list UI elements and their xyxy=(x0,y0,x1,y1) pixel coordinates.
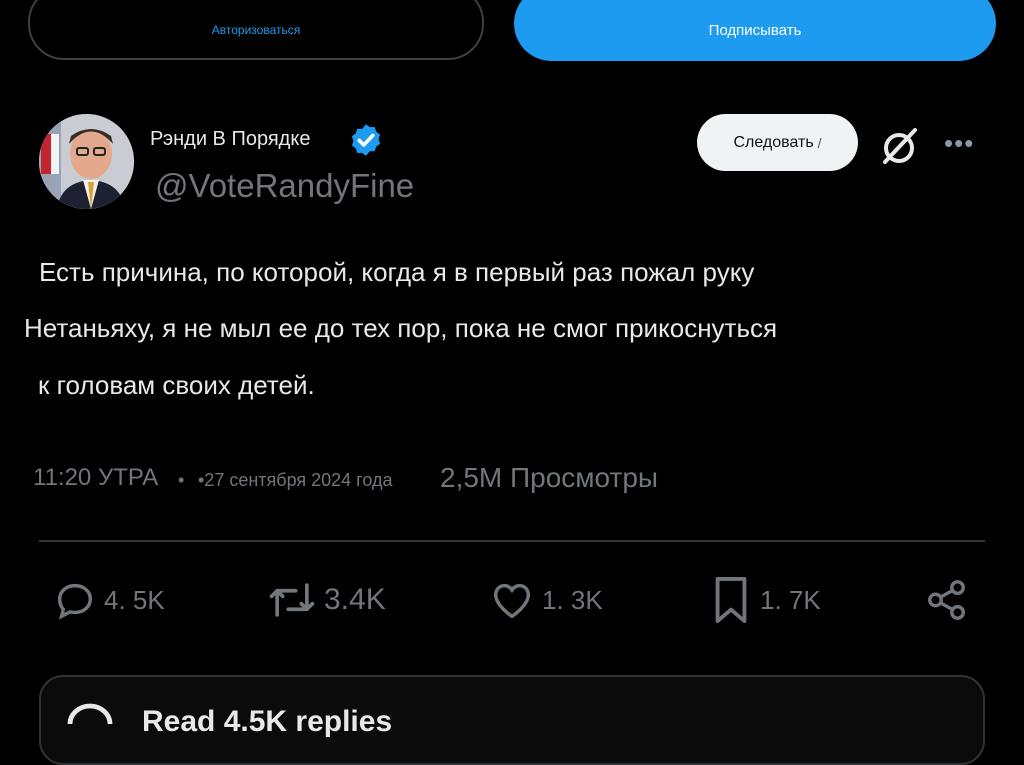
tweet-text-line-3: к головам своих детей. xyxy=(38,370,315,400)
signup-button[interactable]: Подписывать xyxy=(514,0,996,61)
bookmark-button[interactable]: 1. 7K xyxy=(708,575,821,625)
bookmark-icon xyxy=(715,577,747,623)
author-handle[interactable]: @VoteRandyFine xyxy=(155,167,414,205)
share-button[interactable] xyxy=(924,575,970,625)
grok-icon[interactable] xyxy=(877,124,921,168)
signup-button-label: Подписывать xyxy=(708,22,802,39)
author-name[interactable]: Рэнди В Порядке xyxy=(150,128,310,151)
tweet-text-line-2: Нетаньяху, я не мыл ее до тех пор, пока … xyxy=(24,313,778,343)
reply-icon xyxy=(57,583,93,620)
follow-button-label: Следовать xyxy=(733,133,814,151)
tweet-time[interactable]: 11:20 УТРА xyxy=(33,464,158,492)
retweet-button[interactable]: 3.4K xyxy=(266,575,386,625)
divider xyxy=(39,540,985,542)
bookmark-count: 1. 7K xyxy=(760,584,821,615)
retweet-count: 3.4K xyxy=(324,583,386,616)
more-icon[interactable]: ••• xyxy=(944,128,974,159)
reply-button[interactable]: 4. 5K xyxy=(52,575,165,625)
follow-button[interactable]: Следовать / xyxy=(697,114,858,171)
chat-bubble-icon xyxy=(64,700,116,745)
tweet-date[interactable]: •27 сентября 2024 года xyxy=(198,470,392,491)
avatar[interactable] xyxy=(39,114,134,209)
like-icon xyxy=(493,583,531,619)
cursor-mark: / xyxy=(817,134,822,151)
share-icon xyxy=(928,580,966,620)
tweet-views[interactable]: 2,5M Просмотры xyxy=(440,462,658,494)
avatar-photo xyxy=(39,114,134,209)
meta-separator: • xyxy=(178,470,185,490)
like-button[interactable]: 1. 3K xyxy=(488,575,603,625)
retweet-icon xyxy=(269,583,315,617)
login-button[interactable]: Авторизоваться xyxy=(28,0,484,60)
like-count: 1. 3K xyxy=(542,584,603,615)
read-replies-label: Read 4.5K replies xyxy=(142,705,393,738)
reply-count: 4. 5K xyxy=(104,584,165,615)
login-button-label: Авторизоваться xyxy=(211,23,301,37)
verified-badge-icon xyxy=(348,122,384,158)
tweet-text-line-1: Есть причина, по которой, когда я в перв… xyxy=(39,257,755,287)
